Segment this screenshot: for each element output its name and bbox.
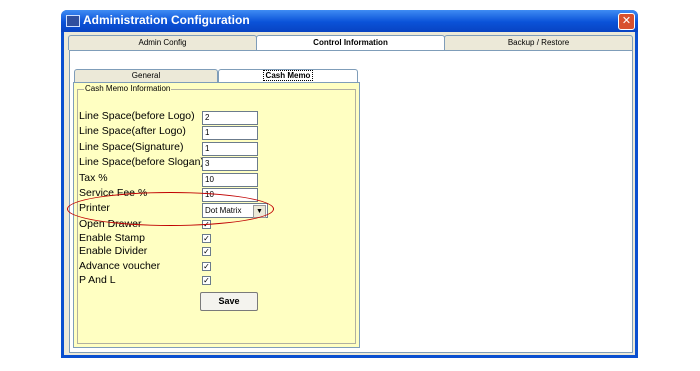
line-space-before-slogan-input[interactable]: 3 xyxy=(202,157,258,171)
field-label: Tax % xyxy=(79,172,108,184)
subtab-cash-memo[interactable]: Cash Memo xyxy=(218,69,358,82)
check-label: Advance voucher xyxy=(79,260,161,272)
field-label: Line Space(after Logo) xyxy=(79,125,186,137)
enable-stamp-checkbox[interactable]: ✓ xyxy=(202,234,211,243)
admin-config-window: Administration Configuration ✕ Admin Con… xyxy=(61,10,638,358)
p-and-l-checkbox[interactable]: ✓ xyxy=(202,276,211,285)
close-button[interactable]: ✕ xyxy=(618,13,635,30)
field-label: Line Space(before Slogan) xyxy=(79,156,204,168)
check-label: Enable Divider xyxy=(79,245,148,257)
printer-highlight-annotation xyxy=(67,192,274,226)
group-title: Cash Memo Information xyxy=(84,84,172,93)
title-bar[interactable]: Administration Configuration ✕ xyxy=(61,10,638,32)
line-space-after-logo-input[interactable]: 1 xyxy=(202,126,258,140)
tab-backup-restore[interactable]: Backup / Restore xyxy=(444,35,633,50)
field-label: Line Space(before Logo) xyxy=(79,110,195,122)
subtab-general[interactable]: General xyxy=(74,69,218,82)
enable-divider-checkbox[interactable]: ✓ xyxy=(202,247,211,256)
save-button[interactable]: Save xyxy=(200,292,258,311)
check-label: Enable Stamp xyxy=(79,232,145,244)
tab-control-information[interactable]: Control Information xyxy=(256,35,445,50)
check-label: P And L xyxy=(79,274,116,286)
tax-percent-input[interactable]: 10 xyxy=(202,173,258,187)
app-icon xyxy=(66,15,80,27)
advance-voucher-checkbox[interactable]: ✓ xyxy=(202,262,211,271)
field-label: Line Space(Signature) xyxy=(79,141,184,153)
line-space-signature-input[interactable]: 1 xyxy=(202,142,258,156)
subtab-cash-memo-label: Cash Memo xyxy=(262,70,314,81)
window-title: Administration Configuration xyxy=(83,13,250,27)
tab-admin-config[interactable]: Admin Config xyxy=(68,35,257,50)
line-space-before-logo-input[interactable]: 2 xyxy=(202,111,258,125)
